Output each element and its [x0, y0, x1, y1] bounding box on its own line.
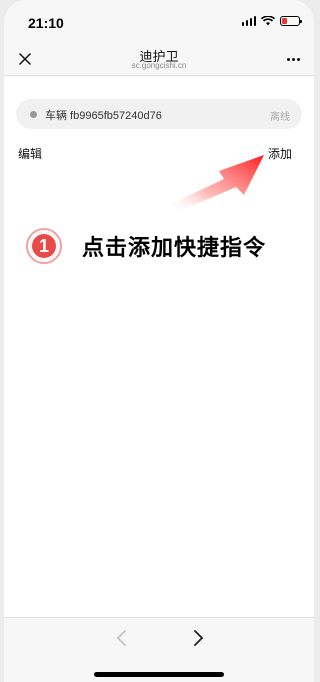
- vehicle-name: 车辆 fb9965fb57240d76: [45, 110, 162, 122]
- vehicle-status: 离线: [270, 112, 290, 123]
- signal-icon: [241, 16, 256, 26]
- nav-bar: 迪护卫 sc.gongcishi.cn: [4, 42, 314, 76]
- home-indicator[interactable]: [94, 672, 224, 677]
- phone-screen: 21:10 迪护卫 sc.gongcishi.cn 车辆 fb9965fb572…: [4, 0, 314, 682]
- status-bar: 21:10: [4, 0, 314, 42]
- status-dot: [30, 111, 37, 118]
- main-content: 车辆 fb9965fb57240d76 离线 编辑 添加 1 点击添加快捷指令: [4, 77, 314, 617]
- vehicle-card[interactable]: 车辆 fb9965fb57240d76 离线: [16, 99, 302, 129]
- more-icon[interactable]: [282, 48, 304, 70]
- instruction-text: 点击添加快捷指令: [82, 236, 267, 261]
- battery-icon: [280, 16, 302, 26]
- chevron-right-icon[interactable]: [188, 628, 208, 648]
- edit-button[interactable]: 编辑: [18, 145, 42, 162]
- page-subtitle: sc.gongcishi.cn: [131, 61, 187, 70]
- step-number-badge: 1: [26, 228, 62, 264]
- status-icons: [241, 16, 302, 26]
- status-time: 21:10: [28, 15, 64, 31]
- arrow-pointer-icon: [169, 155, 264, 209]
- wifi-icon: [261, 16, 275, 26]
- bottom-toolbar: [4, 617, 314, 682]
- chevron-left-icon[interactable]: [112, 628, 132, 648]
